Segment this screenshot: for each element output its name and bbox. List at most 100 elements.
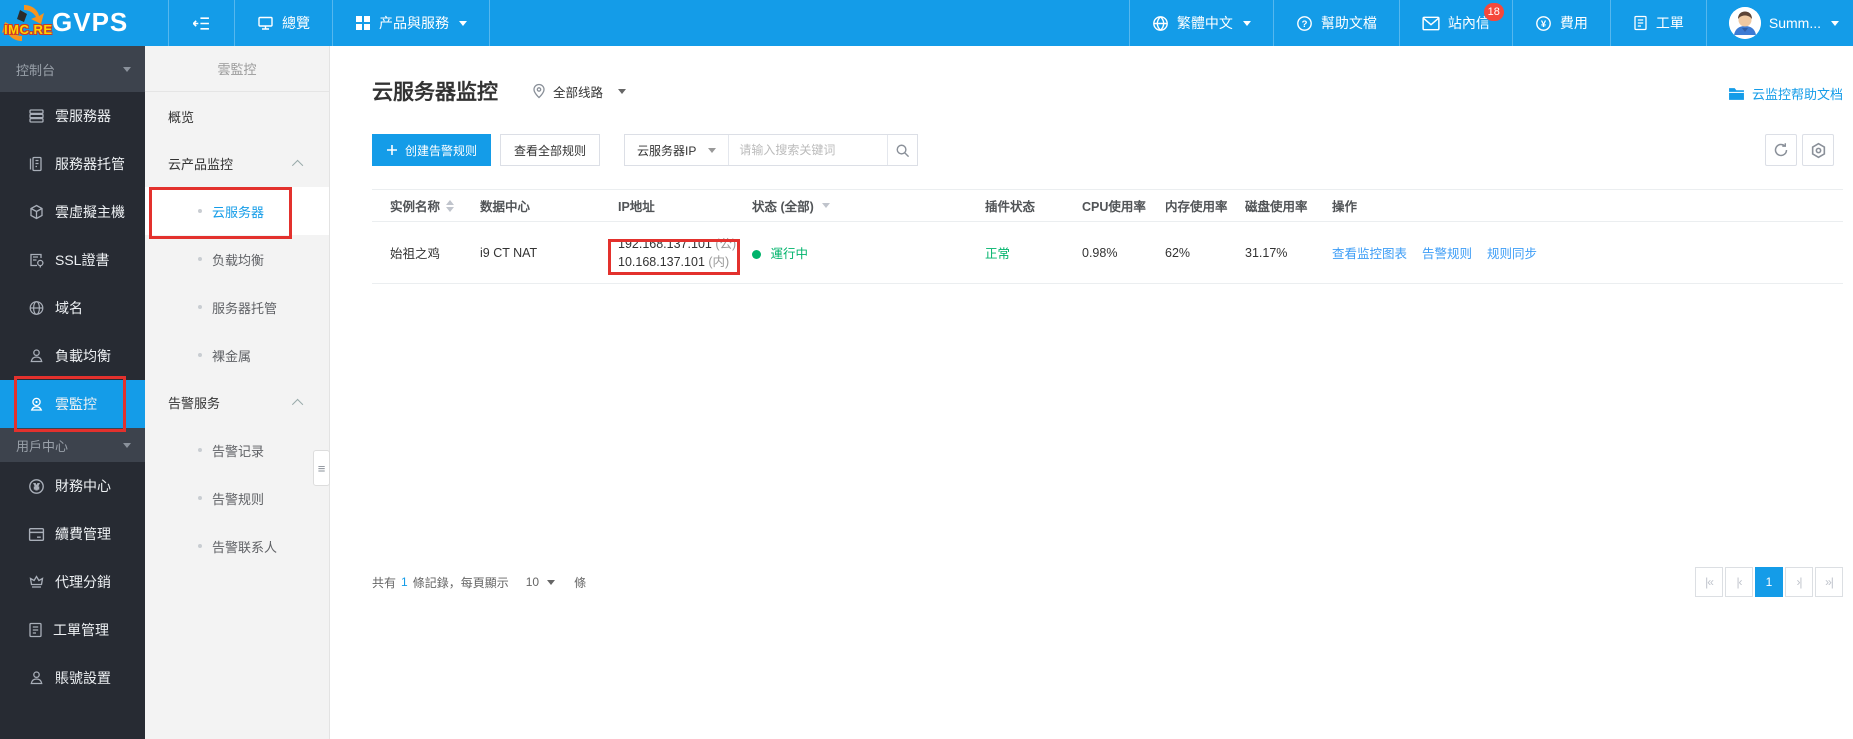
col-cpu: CPU使用率 [1082,200,1146,214]
bullet-icon [198,496,202,500]
subnav-group-cloud-products[interactable]: 云产品监控 [145,140,329,187]
user-menu[interactable]: Summ... [1705,0,1853,46]
status-filter-icon[interactable] [821,203,830,208]
line-filter-value: 全部线路 [553,85,604,100]
collapse-menu-icon [193,16,209,30]
main-content: 云服务器监控 全部线路 云监控帮助文档 创建告警规则 查看全部规则 云服务器IP… [330,46,1853,739]
sidebar-item-label: 負載均衡 [55,348,111,364]
subnav-item-overview[interactable]: 概览 [145,92,329,140]
sidebar-item-label: 雲服務器 [55,108,111,124]
hamburger-icon: ≡ [317,460,326,476]
subnav-item-server-hosting[interactable]: 服务器托管 [145,283,329,331]
cell-actions: 查看监控图表 告警规则 规则同步 [1332,243,1843,262]
page-size-select[interactable]: 10 [525,575,556,589]
fee-center[interactable]: ¥ 費用 [1511,0,1610,46]
bullet-icon [198,448,202,452]
cell-ip: 192.168.137.101 (公) 10.168.137.101 (内) [618,235,752,271]
sidebar-item-agent[interactable]: 代理分銷 [0,558,145,606]
cell-plugin-status: 正常 [985,247,1011,261]
col-instance-name: 实例名称 [390,200,441,214]
sidebar-item-renewal[interactable]: 續費管理 [0,510,145,558]
col-plugin-status: 插件状态 [985,200,1036,214]
alarm-rules-link[interactable]: 告警规则 [1422,243,1472,262]
sidebar-item-account-settings[interactable]: 賬號設置 [0,654,145,702]
ip-private-value: 10.168.137.101 [618,254,705,269]
create-alarm-rule-button[interactable]: 创建告警规则 [372,134,492,166]
cell-cpu: 0.98% [1082,245,1118,260]
nav-products[interactable]: 产品與服務 [332,0,489,46]
sidebar-item-label: SSL證書 [55,252,110,268]
subnav-item-load-balancer[interactable]: 负载均衡 [145,235,329,283]
language-label: 繁體中文 [1176,15,1233,31]
subnav-item-label: 服务器托管 [212,300,278,316]
chevron-up-icon [291,398,304,410]
globe-icon [29,301,44,315]
location-pin-icon [533,83,545,99]
line-filter-dropdown[interactable]: 全部线路 [532,82,627,101]
hosting-icon [29,156,42,172]
subnav-item-cloud-server[interactable]: 云服务器 [145,187,329,235]
subnav-item-alarm-rules[interactable]: 告警规则 [145,474,329,522]
question-circle-icon: ? [1296,15,1312,31]
sidebar-collapse-button[interactable] [168,0,234,46]
pagination-first-button[interactable]: |« [1695,567,1723,597]
billing-card-icon [28,527,45,541]
chevron-down-icon [459,20,467,26]
settings-button[interactable] [1802,134,1834,166]
work-order[interactable]: 工單 [1609,0,1706,46]
ticket-icon [29,622,42,638]
sidebar-item-label: 賬號設置 [55,670,111,686]
search-type-select[interactable]: 云服务器IP [625,135,730,165]
sort-icon[interactable] [446,199,455,212]
monitor-help-link[interactable]: 云监控帮助文档 [1728,84,1843,103]
chevron-down-icon [547,579,556,585]
search-type-value: 云服务器IP [637,143,697,158]
subnav-item-alarm-records[interactable]: 告警记录 [145,426,329,474]
yen-circle-icon: ¥ [29,478,44,494]
sidebar-item-cloud-server[interactable]: 雲服務器 [0,92,145,140]
nav-overview[interactable]: 總覽 [234,0,332,46]
language-switcher[interactable]: 繁體中文 [1128,0,1273,46]
sidebar-item-finance-center[interactable]: ¥ 財務中心 [0,462,145,510]
sidebar-item-server-hosting[interactable]: 服務器托管 [0,140,145,188]
col-memory: 内存使用率 [1165,200,1228,214]
cell-datacenter: i9 CT NAT [480,245,538,260]
sidebar-item-load-balancer[interactable]: 負載均衡 [0,332,145,380]
view-monitor-chart-link[interactable]: 查看监控图表 [1332,243,1407,262]
subnav-item-label: 告警记录 [212,443,265,459]
sidebar-section-console[interactable]: 控制台 [0,46,145,92]
col-datacenter: 数据中心 [480,200,531,214]
monitor-help-label: 云监控帮助文档 [1751,87,1843,102]
table-row: 始祖之鸡 i9 CT NAT 192.168.137.101 (公) 10.16… [372,222,1843,284]
subnav-group-alarm-service[interactable]: 告警服务 [145,379,329,426]
refresh-button[interactable] [1765,134,1797,166]
search-button[interactable] [887,135,917,165]
help-docs[interactable]: ? 幫助文檔 [1272,0,1399,46]
grid-icon [356,16,370,30]
fee-label: 費用 [1559,15,1588,31]
sidebar-item-cloud-vhost[interactable]: 雲虛擬主機 [0,188,145,236]
pagination-next-button[interactable]: ›| [1785,567,1813,597]
sidebar-item-cloud-monitor[interactable]: 雲監控 [0,380,145,428]
brand-logo[interactable]: GVPS IMC.RE [0,0,168,46]
sidebar-item-label: 服務器托管 [55,156,125,172]
site-mail[interactable]: 站內信 18 [1398,0,1512,46]
bullet-icon [198,353,202,357]
page-size-value: 10 [525,575,540,589]
pagination-last-button[interactable]: »| [1815,567,1843,597]
pagination-page-1[interactable]: 1 [1755,567,1783,597]
pagination-prev-button[interactable]: |‹ [1725,567,1753,597]
sidebar-item-work-order-mgmt[interactable]: 工單管理 [0,606,145,654]
rule-sync-link[interactable]: 规则同步 [1487,243,1537,262]
sidebar-section-user-center[interactable]: 用戶中心 [0,428,145,462]
subnav-item-bare-metal[interactable]: 裸金属 [145,331,329,379]
sidebar-item-ssl-cert[interactable]: SSL證書 [0,236,145,284]
chevron-down-icon [618,88,627,94]
search-input[interactable] [729,135,888,165]
view-all-rules-button[interactable]: 查看全部规则 [500,134,601,166]
subnav-collapse-handle[interactable]: ≡ [313,450,330,486]
subnav-item-alarm-contacts[interactable]: 告警联系人 [145,522,329,570]
sidebar-item-domain[interactable]: 域名 [0,284,145,332]
subnav-item-label: 告警联系人 [212,539,278,555]
subnav-item-label: 裸金属 [212,348,252,364]
